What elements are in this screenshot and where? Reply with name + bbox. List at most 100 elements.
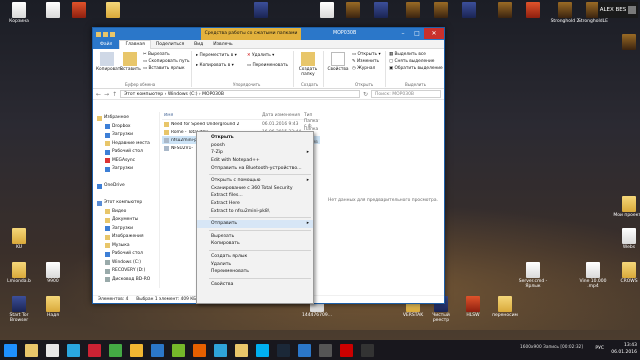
context-menu-item[interactable]: Extract files... <box>197 192 313 200</box>
game2-icon[interactable] <box>319 343 332 357</box>
select-none-button[interactable]: ▢ Снять выделение <box>389 59 434 64</box>
desktop-icon[interactable]: Надя <box>36 296 70 318</box>
context-menu-item[interactable]: Вырезать <box>197 233 313 241</box>
context-menu-item[interactable]: Переименовать <box>197 268 313 276</box>
nav-item[interactable]: Избранное <box>93 114 159 123</box>
mail-icon[interactable] <box>298 343 311 357</box>
opera-icon[interactable] <box>340 343 353 357</box>
context-menu-item[interactable]: Edit with Notepad++ <box>197 157 313 165</box>
up-arrow-icon[interactable]: ↑ <box>112 91 117 98</box>
context-menu-item[interactable]: Отправить ▸ <box>197 219 313 228</box>
nav-item[interactable]: Windows (C:) <box>93 259 159 268</box>
context-menu-item[interactable]: Создать ярлык <box>197 253 313 261</box>
nav-item[interactable]: Изображения <box>93 233 159 242</box>
desktop-icon[interactable]: KU <box>2 228 36 250</box>
desktop-icon[interactable]: 9900 <box>36 262 70 284</box>
desktop-icon[interactable] <box>452 2 486 19</box>
minimize-button[interactable]: – <box>396 28 410 39</box>
nav-item[interactable]: Недавние места <box>93 140 159 149</box>
nav-item[interactable]: Музыка <box>93 242 159 251</box>
desktop-icon[interactable] <box>62 2 96 19</box>
new-folder-icon[interactable] <box>110 31 115 37</box>
context-menu-item[interactable]: Extract Here <box>197 200 313 208</box>
steam-icon[interactable] <box>277 343 290 357</box>
properties-icon[interactable] <box>103 31 108 37</box>
paste-button[interactable]: Вставить <box>120 52 141 72</box>
history-button[interactable]: ◷ Журнал <box>352 66 375 71</box>
nav-item[interactable]: Dropbox <box>93 123 159 132</box>
context-menu-item[interactable]: 7-Zip ▸ <box>197 149 313 157</box>
desktop-icon[interactable] <box>516 2 550 19</box>
context-menu-item[interactable]: Сканирование с 360 Total Security <box>197 185 313 193</box>
nav-item[interactable]: Загрузки <box>93 225 159 234</box>
context-menu-item[interactable]: Открыть с помощью ▸ <box>197 177 313 185</box>
media-icon[interactable] <box>46 343 59 357</box>
new-folder-button[interactable]: Создать папку <box>297 52 319 77</box>
firefox-icon[interactable] <box>193 343 206 357</box>
column-type[interactable]: Тип <box>304 113 320 118</box>
chrome-icon[interactable] <box>130 343 143 357</box>
utorrent-icon[interactable] <box>172 343 185 357</box>
back-arrow-icon[interactable]: ← <box>96 91 101 98</box>
paste-shortcut-button[interactable]: ▭ Вставить ярлык <box>143 66 185 71</box>
forward-arrow-icon[interactable]: → <box>104 91 109 98</box>
copy-button[interactable]: Копировать <box>96 52 123 72</box>
nav-item[interactable]: Этот компьютер <box>93 199 159 208</box>
ribbon-tab[interactable]: Вид <box>189 42 208 47</box>
nav-item[interactable]: MEGAsync <box>93 157 159 166</box>
nav-item[interactable]: Рабочий стол <box>93 148 159 157</box>
desktop-icon[interactable]: Мои проекты <box>612 196 640 218</box>
column-name[interactable]: Имя <box>162 113 262 118</box>
context-menu-item[interactable]: Отправить на Bluetooth-устройство... <box>197 164 313 172</box>
app3-icon[interactable] <box>361 343 374 357</box>
context-menu-item[interactable]: Копировать <box>197 240 313 248</box>
skype2-icon[interactable] <box>256 343 269 357</box>
context-menu-item[interactable]: Свойства <box>197 281 313 289</box>
select-all-button[interactable]: ▦ Выделить все <box>389 52 426 57</box>
nav-item[interactable]: RECOVERY (D:) <box>93 267 159 276</box>
nav-item[interactable]: Дисковод BD-RO <box>93 276 159 285</box>
desktop-icon[interactable]: Корзина <box>2 2 36 24</box>
search-input[interactable]: Поиск: МОР030В <box>371 90 441 98</box>
nav-item[interactable]: Загрузки <box>93 165 159 174</box>
explorer-icon[interactable] <box>25 343 38 357</box>
title-bar[interactable]: Средства работы со сжатыми папками МОР03… <box>93 28 444 40</box>
skype-icon[interactable] <box>67 343 80 357</box>
user-badge[interactable]: ALEX BES <box>598 2 638 18</box>
nav-item[interactable]: Видео <box>93 208 159 217</box>
edit-button[interactable]: ✎ Изменить <box>352 59 379 64</box>
properties-button[interactable]: Свойства <box>327 52 349 72</box>
ribbon-tab[interactable]: Файл <box>93 39 120 49</box>
nav-item[interactable]: OneDrive <box>93 182 159 191</box>
rename-button[interactable]: ▭ Переименовать <box>247 63 288 68</box>
nav-item[interactable]: Рабочий стол <box>93 250 159 259</box>
file-row[interactable]: Need for Speed Underground 2 06.01.2016 9… <box>162 119 320 129</box>
ribbon-tab[interactable]: Извлечь <box>208 42 237 47</box>
folder-icon[interactable] <box>96 31 101 37</box>
desktop-icon[interactable]: Server.cmd - Ярлык <box>516 262 550 289</box>
nav-item[interactable]: Загрузки <box>93 131 159 140</box>
desktop-icon[interactable]: Lmionda.b <box>2 262 36 284</box>
game-icon[interactable] <box>88 343 101 357</box>
nav-item[interactable]: Документы <box>93 216 159 225</box>
column-date[interactable]: Дата изменения <box>262 113 304 118</box>
desktop-icon[interactable] <box>244 2 278 19</box>
desktop-icon[interactable] <box>364 2 398 19</box>
edit-icon[interactable] <box>109 343 122 357</box>
context-menu-item[interactable]: poosh <box>197 142 313 150</box>
desktop-icon[interactable]: Vine 10.000 .mp4 <box>576 262 610 289</box>
language-indicator[interactable]: РУС <box>595 346 604 351</box>
move-to-button[interactable]: ▸ Переместить в ▾ <box>196 53 237 58</box>
maximize-button[interactable]: □ <box>410 28 424 39</box>
open-button[interactable]: ▭ Открыть ▾ <box>352 52 381 57</box>
ribbon-tab[interactable]: Поделиться <box>151 42 189 47</box>
cut-button[interactable]: ✂ Вырезать <box>143 52 170 57</box>
explorer-open-icon[interactable] <box>235 343 248 357</box>
desktop-icon[interactable] <box>96 2 130 19</box>
close-button[interactable]: ✕ <box>424 28 444 39</box>
delete-button[interactable]: ✕ Удалить ▾ <box>247 53 274 58</box>
desktop-icon[interactable]: CROWS <box>612 262 640 284</box>
address-bar[interactable]: Этот компьютер › Windows (C:) › МОР030В <box>120 90 360 98</box>
refresh-icon[interactable]: ↻ <box>363 91 368 98</box>
windows-logo-icon[interactable] <box>4 343 17 357</box>
